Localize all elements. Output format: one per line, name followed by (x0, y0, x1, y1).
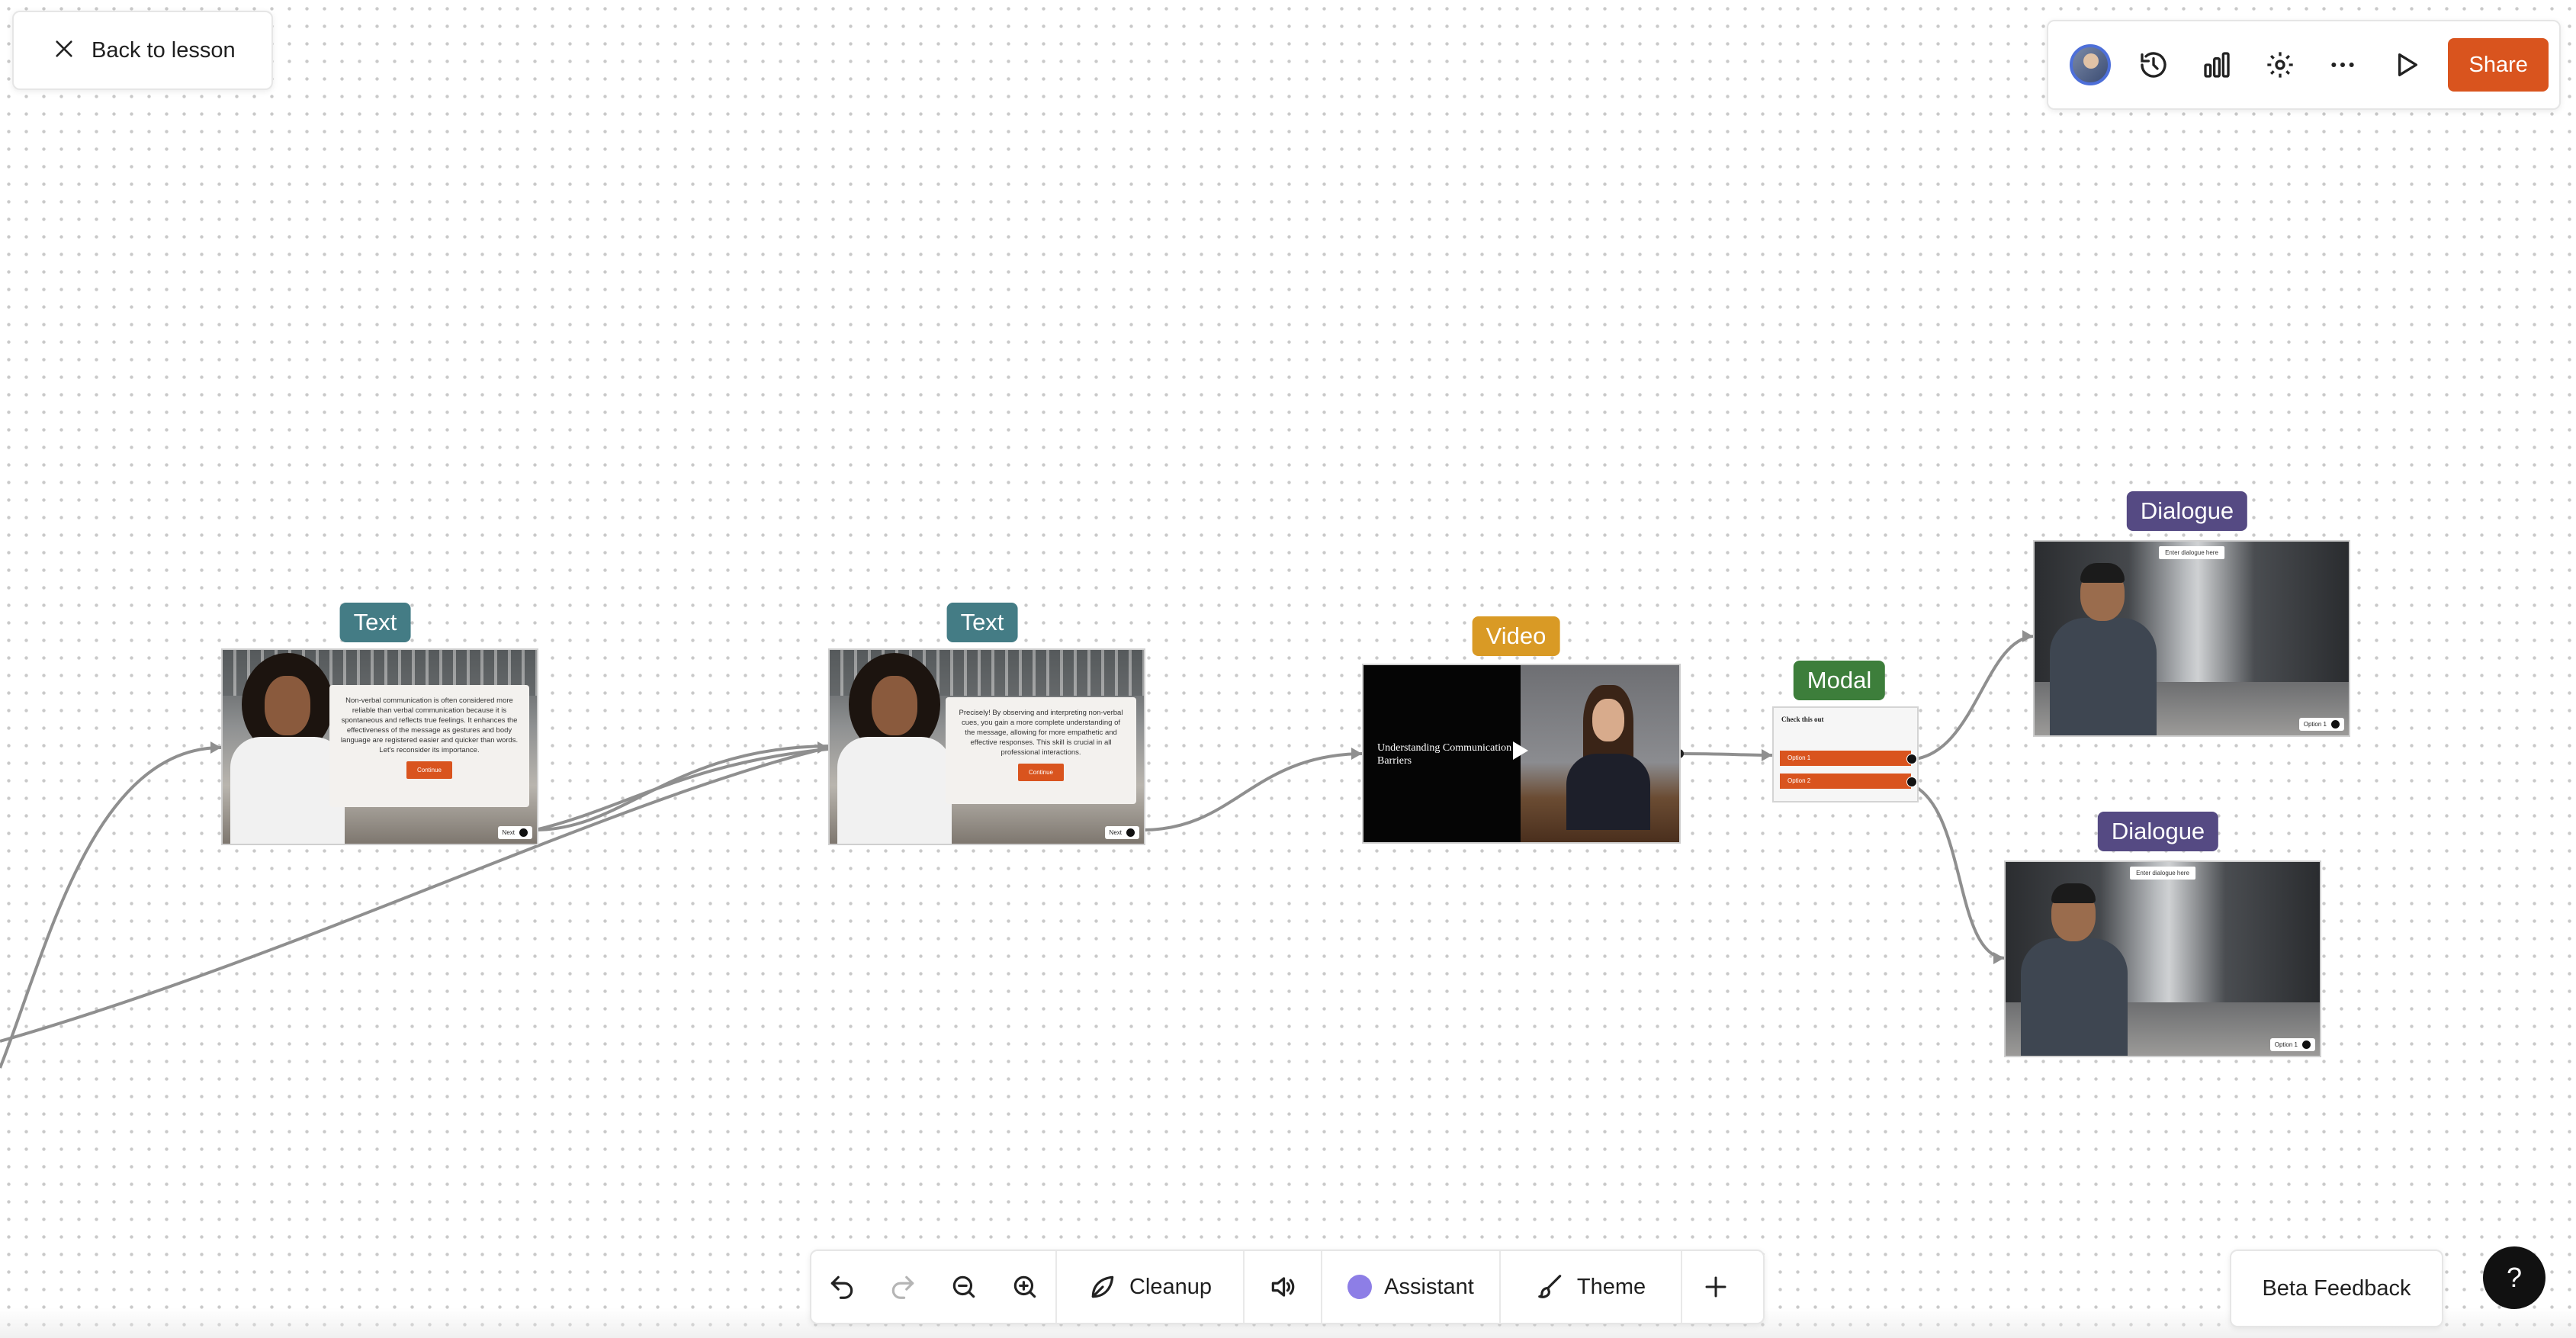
next-label: Next (502, 829, 515, 836)
node-type-tag: Text (339, 603, 411, 642)
arrow-head (210, 741, 221, 754)
audio-button[interactable] (1245, 1251, 1321, 1323)
edge-video-to-modal (1678, 752, 1773, 757)
undo-icon (830, 1275, 853, 1299)
redo-icon (891, 1275, 914, 1299)
node-text-2-preview[interactable]: Precisely! By observing and interpreting… (828, 648, 1145, 845)
output-port-icon (1906, 754, 1917, 764)
dialogue-option: Option 1 (2298, 718, 2344, 731)
arrow-head (2022, 630, 2033, 642)
node-type-tag: Text (946, 603, 1018, 642)
node-dialogue-1-preview[interactable]: Enter dialogue here Option 1 (2033, 540, 2350, 737)
character-woman (837, 653, 952, 844)
zoom-in-button[interactable] (994, 1251, 1055, 1323)
next-button: Next (1104, 826, 1139, 839)
continue-button: Continue (406, 761, 453, 779)
node-dialogue-2-preview[interactable]: Enter dialogue here Option 1 (2004, 860, 2321, 1057)
node-type-tag: Video (1472, 616, 1560, 656)
edge-text2-to-video (1142, 752, 1363, 831)
node-video-preview[interactable]: Understanding Communication Barriers (1362, 664, 1681, 844)
beta-feedback-button[interactable]: Beta Feedback (2230, 1250, 2443, 1327)
dialogue-placeholder: Enter dialogue here (2159, 546, 2224, 559)
next-button: Next (497, 826, 532, 839)
modal-option-label: Option 1 (1787, 754, 1811, 761)
node-modal-preview[interactable]: Check this out Option 1 Option 2 (1772, 706, 1919, 802)
presenter-figure (1566, 685, 1650, 830)
redo-button[interactable] (872, 1251, 933, 1323)
character-woman (230, 653, 345, 844)
node-type-tag: Dialogue (2097, 812, 2219, 851)
dialogue-placeholder: Enter dialogue here (2130, 867, 2195, 880)
speaker-icon (1271, 1277, 1295, 1297)
text-content-box: Precisely! By observing and interpreting… (946, 697, 1136, 804)
dialogue-option: Option 1 (2269, 1038, 2315, 1051)
video-frame (1521, 665, 1679, 842)
theme-label: Theme (1576, 1274, 1646, 1299)
assistant-button[interactable]: Assistant (1322, 1251, 1499, 1323)
modal-option-label: Option 2 (1787, 777, 1811, 784)
arrow-head (817, 741, 828, 754)
theme-button[interactable]: Theme (1501, 1251, 1681, 1323)
assistant-icon (1347, 1275, 1373, 1299)
node-text-1-preview[interactable]: Non-verbal communication is often consid… (221, 648, 538, 845)
brush-icon (1538, 1275, 1562, 1298)
cleanup-button[interactable]: Cleanup (1057, 1251, 1243, 1323)
zoom-in-icon (1013, 1275, 1036, 1298)
text-content-box: Non-verbal communication is often consid… (329, 685, 529, 807)
add-node-button[interactable] (1682, 1251, 1749, 1323)
zoom-out-button[interactable] (933, 1251, 994, 1323)
continue-button: Continue (1017, 764, 1065, 781)
zoom-out-icon (952, 1275, 975, 1298)
next-label: Next (1109, 829, 1122, 836)
character-man (2021, 873, 2128, 1056)
play-icon (1513, 741, 1528, 760)
output-port-icon (2331, 720, 2340, 729)
modal-option-1: Option 1 (1780, 751, 1917, 766)
arrow-head (1351, 748, 1362, 760)
output-port-icon (519, 828, 528, 837)
edge-text1-to-text2-b (535, 748, 829, 831)
undo-button[interactable] (811, 1251, 872, 1323)
edge-modal-to-dialogue1 (1906, 635, 2034, 761)
output-port-icon (1906, 777, 1917, 787)
assistant-label: Assistant (1384, 1274, 1474, 1299)
modal-option-2: Option 2 (1780, 774, 1917, 789)
leaf-icon (1091, 1275, 1114, 1298)
dialogue-option-label: Option 1 (2303, 721, 2327, 728)
video-title: Understanding Communication Barriers (1377, 742, 1512, 767)
text-body: Non-verbal communication is often consid… (340, 696, 519, 754)
text-body: Precisely! By observing and interpreting… (959, 709, 1123, 757)
node-type-tag: Dialogue (2126, 491, 2248, 531)
bottom-toolbar: Cleanup Assistant Theme (810, 1250, 1765, 1324)
output-port-icon (2302, 1040, 2311, 1049)
arrow-head (1762, 749, 1772, 761)
plus-icon (1705, 1276, 1726, 1298)
arrow-head (1993, 952, 2004, 964)
edge-modal-to-dialogue2 (1906, 781, 2005, 960)
cleanup-label: Cleanup (1129, 1274, 1213, 1299)
character-man (2050, 552, 2157, 735)
video-title-panel: Understanding Communication Barriers (1363, 665, 1521, 842)
output-port-icon (1126, 828, 1135, 837)
node-type-tag: Modal (1793, 661, 1886, 700)
dialogue-option-label: Option 1 (2274, 1041, 2298, 1048)
help-button[interactable]: ? (2483, 1246, 2545, 1309)
modal-title: Check this out (1781, 716, 1824, 723)
edge-start-to-text1 (0, 746, 222, 1069)
